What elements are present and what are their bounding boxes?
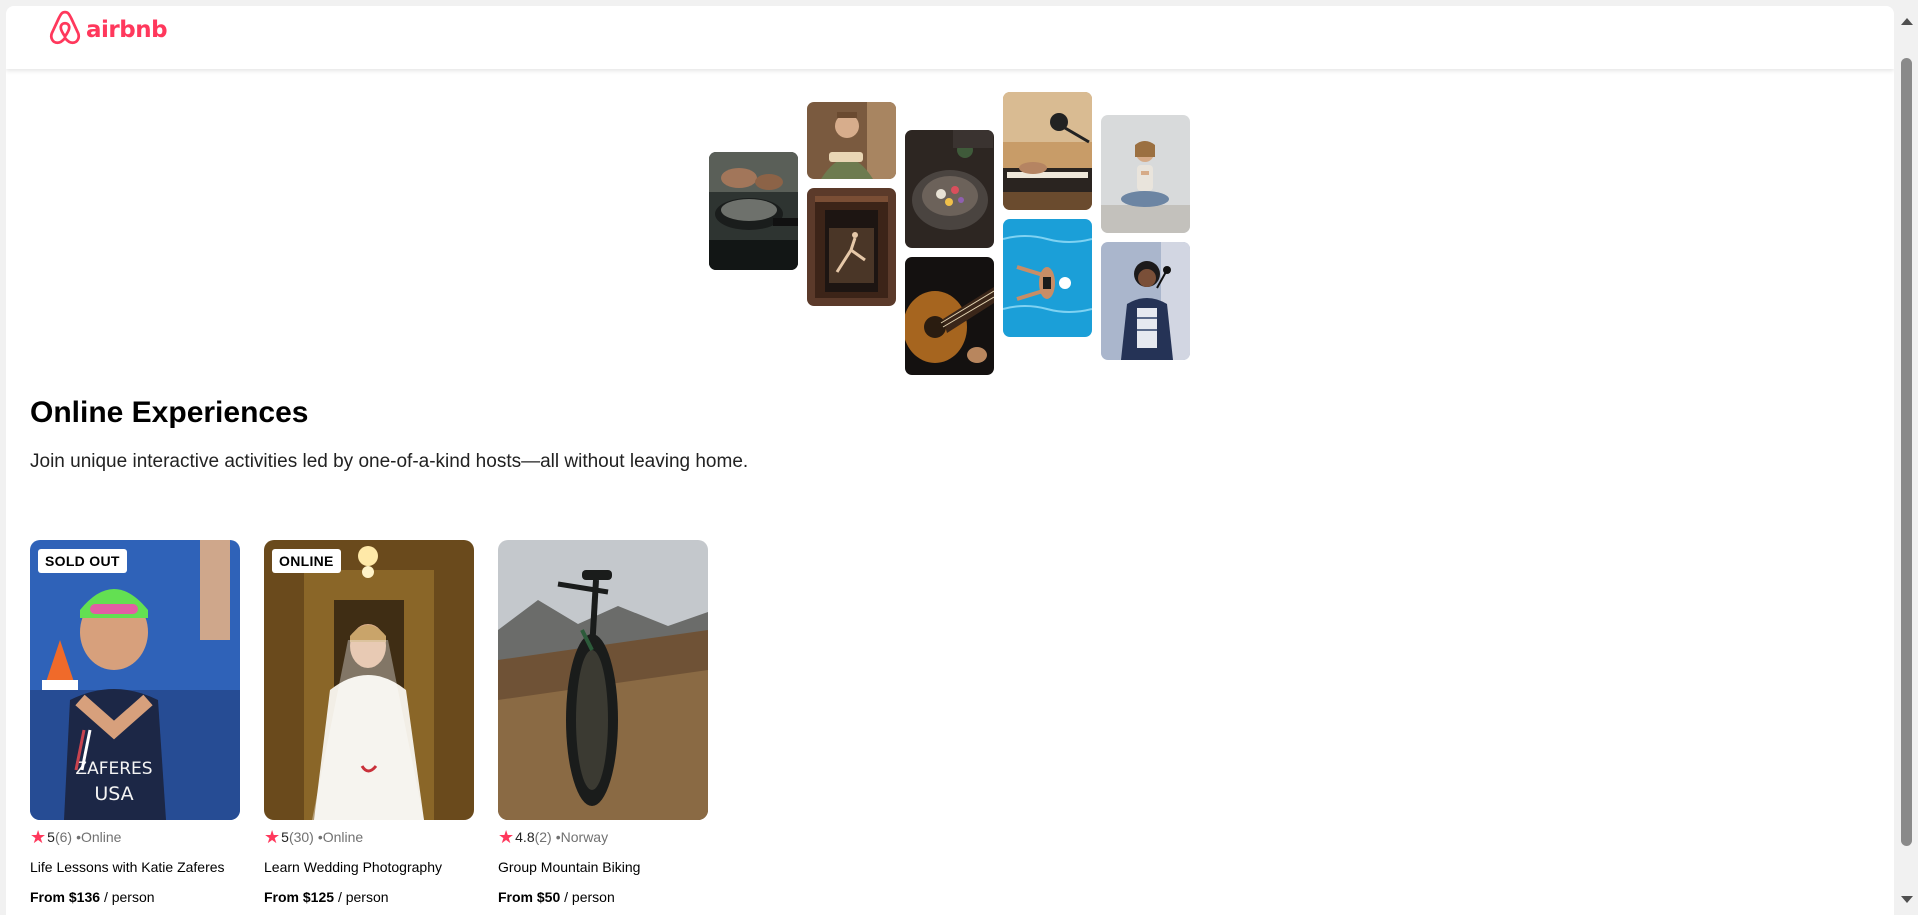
price-suffix: / person bbox=[564, 889, 615, 905]
price-value: $50 bbox=[536, 889, 561, 905]
review-count: (6) bbox=[54, 829, 73, 845]
browser-viewport: airbnb Online Experiences Join unique in… bbox=[6, 6, 1894, 915]
experience-price: From $125 / person bbox=[264, 889, 389, 905]
airbnb-wordmark: airbnb bbox=[86, 17, 168, 43]
scroll-up-arrow-icon[interactable] bbox=[1901, 18, 1913, 25]
review-count: (2) bbox=[534, 829, 552, 845]
collage-photo-dancer bbox=[807, 188, 896, 306]
price-prefix: From bbox=[30, 889, 65, 905]
location-label: •Online bbox=[76, 829, 122, 845]
collage-photo-woman-food bbox=[807, 102, 896, 179]
experience-title[interactable]: Learn Wedding Photography bbox=[264, 859, 442, 875]
airbnb-belo-icon bbox=[48, 9, 82, 52]
experience-title[interactable]: Life Lessons with Katie Zaferes bbox=[30, 859, 225, 875]
svg-text:ZAFERES: ZAFERES bbox=[75, 759, 152, 779]
price-prefix: From bbox=[498, 889, 533, 905]
svg-text:USA: USA bbox=[94, 783, 133, 805]
collage-photo-singer bbox=[1101, 242, 1190, 360]
price-suffix: / person bbox=[103, 889, 155, 905]
rating-line: ★ 5 (6) •Online bbox=[30, 828, 121, 846]
collage-photo-piano-mic bbox=[1003, 92, 1092, 210]
experience-card-image[interactable]: ZAFERES USA SOLD OUT bbox=[30, 540, 240, 820]
price-value: $125 bbox=[302, 889, 335, 905]
price-value: $136 bbox=[68, 889, 101, 905]
experience-price: From $136 / person bbox=[30, 889, 155, 905]
experience-card-image[interactable]: ONLINE bbox=[264, 540, 474, 820]
rating-line: ★ 4.8 (2) •Norway bbox=[498, 828, 608, 846]
scroll-down-arrow-icon[interactable] bbox=[1901, 896, 1913, 903]
navbar: airbnb bbox=[6, 6, 1894, 69]
star-icon: ★ bbox=[498, 827, 515, 847]
price-prefix: From bbox=[264, 889, 299, 905]
online-badge: ONLINE bbox=[272, 549, 341, 573]
rating-value: 5 bbox=[281, 829, 289, 845]
experience-card[interactable]: ONLINE ★ 5 (30) •Online Learn Wedding Ph… bbox=[264, 540, 474, 905]
vertical-scrollbar[interactable] bbox=[1894, 6, 1918, 915]
collage-photo-cooking bbox=[709, 152, 798, 270]
experience-title[interactable]: Group Mountain Biking bbox=[498, 859, 640, 875]
price-suffix: / person bbox=[337, 889, 389, 905]
rating-value: 4.8 bbox=[515, 829, 535, 845]
collage-photo-yoga bbox=[1101, 115, 1190, 233]
rating-value: 5 bbox=[47, 829, 55, 845]
review-count: (30) bbox=[288, 829, 314, 845]
page-subtitle: Join unique interactive activities led b… bbox=[30, 451, 749, 472]
location-label: •Norway bbox=[555, 829, 609, 845]
collage-photo-bowl bbox=[905, 130, 994, 248]
rating-line: ★ 5 (30) •Online bbox=[264, 828, 363, 846]
airbnb-logo[interactable]: airbnb bbox=[48, 9, 168, 52]
star-icon: ★ bbox=[30, 827, 47, 847]
experience-card[interactable]: ★ 4.8 (2) •Norway Group Mountain Biking … bbox=[498, 540, 708, 905]
collage-photo-guitar bbox=[905, 257, 994, 375]
page-title: Online Experiences bbox=[30, 396, 309, 429]
collage-photo-swimmer bbox=[1003, 219, 1092, 337]
experience-price: From $50 / person bbox=[498, 889, 615, 905]
experience-card-image[interactable] bbox=[498, 540, 708, 820]
sold-out-badge: SOLD OUT bbox=[38, 549, 127, 573]
experience-card[interactable]: ZAFERES USA SOLD OUT ★ 5 (6) •Online Lif… bbox=[30, 540, 240, 905]
star-icon: ★ bbox=[264, 827, 281, 847]
location-label: •Online bbox=[317, 829, 364, 845]
scrollbar-thumb[interactable] bbox=[1901, 58, 1912, 846]
